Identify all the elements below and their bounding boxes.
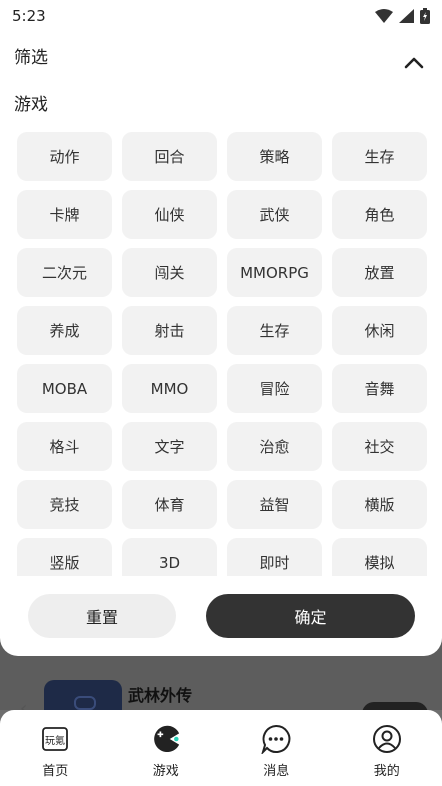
tag-chip[interactable]: 射击 [122, 306, 217, 355]
status-time: 5:23 [12, 7, 46, 25]
tag-grid: 动作 回合 策略 生存 卡牌 仙侠 武侠 角色 二次元 闯关 MMORPG 放置… [17, 132, 429, 576]
tag-chip[interactable]: 角色 [332, 190, 427, 239]
tag-chip[interactable]: 治愈 [227, 422, 322, 471]
tag-chip[interactable]: 回合 [122, 132, 217, 181]
nav-label-games: 游戏 [152, 764, 179, 779]
nav-item-profile[interactable]: 我的 [332, 710, 442, 786]
tag-chip[interactable]: 社交 [332, 422, 427, 471]
tag-chip[interactable]: 即时 [227, 538, 322, 576]
tag-chip[interactable]: 休闲 [332, 306, 427, 355]
tag-chip[interactable]: 冒险 [227, 364, 322, 413]
cellular-signal-icon [399, 9, 414, 23]
game-title: 武林外传 [128, 686, 193, 705]
tag-chip[interactable]: 策略 [227, 132, 322, 181]
bottom-nav: 玩氪 首页 游戏 消息 我的 [0, 710, 442, 786]
tag-chip[interactable]: 养成 [17, 306, 112, 355]
tag-chip[interactable]: 竖版 [17, 538, 112, 576]
tag-chip[interactable]: 横版 [332, 480, 427, 529]
status-bar: 5:23 [0, 0, 442, 32]
filter-sheet: 筛选 游戏 动作 回合 策略 生存 卡牌 仙侠 武侠 角色 二次元 闯关 MMO… [0, 32, 442, 656]
tag-chip[interactable]: 生存 [227, 306, 322, 355]
reset-button[interactable]: 重置 [28, 594, 176, 638]
wifi-icon [375, 9, 393, 23]
nav-label-profile: 我的 [373, 764, 400, 779]
tag-chip[interactable]: 音舞 [332, 364, 427, 413]
nav-label-home: 首页 [42, 764, 69, 779]
tag-chip[interactable]: 益智 [227, 480, 322, 529]
tag-chip[interactable]: 竞技 [17, 480, 112, 529]
tag-chip[interactable]: 动作 [17, 132, 112, 181]
gamepad-icon [151, 724, 181, 754]
confirm-button[interactable]: 确定 [206, 594, 415, 638]
nav-item-home[interactable]: 玩氪 首页 [0, 710, 111, 786]
tag-chip[interactable]: MMO [122, 364, 217, 413]
tag-chip[interactable]: 生存 [332, 132, 427, 181]
home-logo-icon: 玩氪 [40, 724, 70, 754]
tag-chip[interactable]: 武侠 [227, 190, 322, 239]
nav-item-games[interactable]: 游戏 [111, 710, 222, 786]
tag-chip[interactable]: MMORPG [227, 248, 322, 297]
tag-chip[interactable]: 格斗 [17, 422, 112, 471]
tag-chip[interactable]: 闯关 [122, 248, 217, 297]
chevron-up-icon[interactable] [400, 49, 428, 77]
tag-chip[interactable]: 文字 [122, 422, 217, 471]
tag-scroll-area[interactable]: 动作 回合 策略 生存 卡牌 仙侠 武侠 角色 二次元 闯关 MMORPG 放置… [17, 132, 429, 576]
tag-chip[interactable]: 放置 [332, 248, 427, 297]
tag-chip[interactable]: 体育 [122, 480, 217, 529]
section-title-games: 游戏 [14, 95, 48, 115]
message-icon [261, 724, 291, 754]
filter-header: 筛选 [14, 40, 428, 70]
tag-chip[interactable]: 模拟 [332, 538, 427, 576]
tag-chip[interactable]: 二次元 [17, 248, 112, 297]
filter-title: 筛选 [14, 47, 48, 68]
nav-item-messages[interactable]: 消息 [221, 710, 332, 786]
tag-chip[interactable]: 3D [122, 538, 217, 576]
status-icons [375, 8, 430, 24]
svg-text:玩氪: 玩氪 [45, 734, 65, 747]
nav-label-messages: 消息 [263, 764, 290, 779]
profile-icon [372, 724, 402, 754]
tag-chip[interactable]: 仙侠 [122, 190, 217, 239]
battery-icon [420, 8, 430, 24]
tag-chip[interactable]: MOBA [17, 364, 112, 413]
tag-chip[interactable]: 卡牌 [17, 190, 112, 239]
